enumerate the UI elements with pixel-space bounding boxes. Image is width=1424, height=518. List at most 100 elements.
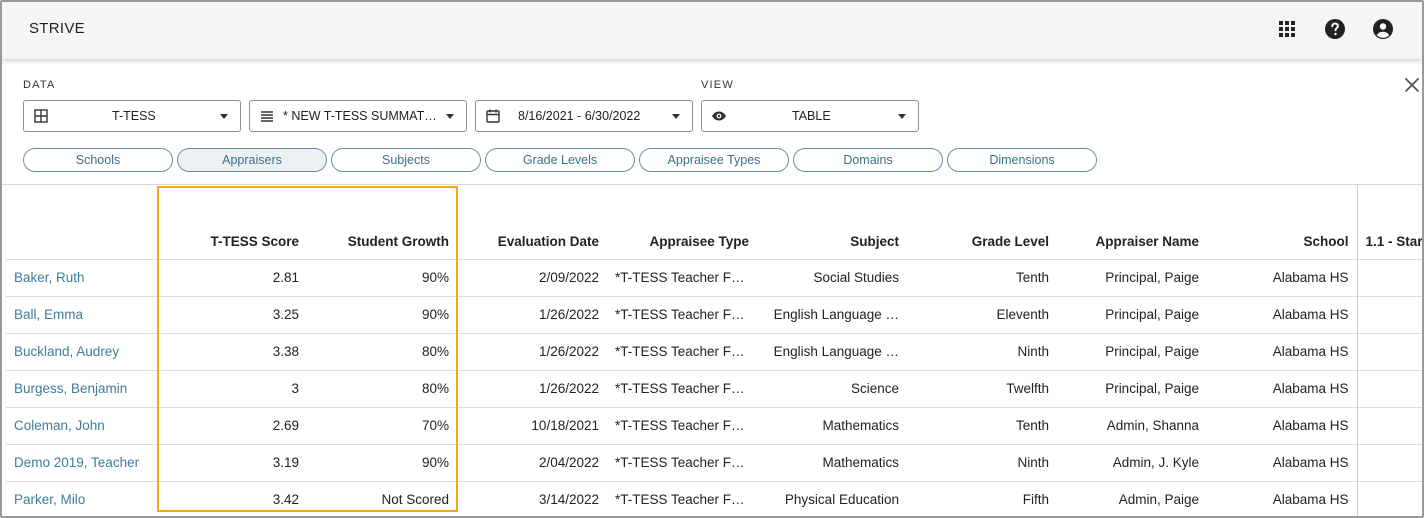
- results-table: T-TESS Score Student Growth Evaluation D…: [6, 185, 1422, 516]
- column-header-appraiser[interactable]: Appraiser Name: [1057, 185, 1207, 259]
- results-table-container[interactable]: T-TESS Score Student Growth Evaluation D…: [6, 185, 1422, 516]
- cell-school: Alabama HS: [1207, 369, 1358, 407]
- form-value: * NEW T-TESS SUMMAT…: [283, 109, 437, 123]
- cell-dimension: [1357, 369, 1422, 407]
- close-icon[interactable]: [1402, 75, 1422, 95]
- cell-type: *T-TESS Teacher Fu…: [607, 258, 757, 296]
- column-header-name[interactable]: [6, 185, 157, 259]
- table-row: Parker, Milo 3.42 Not Scored 3/14/2022 *…: [6, 480, 1422, 516]
- cell-score: 2.81: [157, 258, 307, 296]
- column-header-school[interactable]: School: [1207, 185, 1358, 259]
- list-icon: [259, 108, 275, 124]
- cell-type: *T-TESS Teacher Fu…: [607, 480, 757, 516]
- appraisee-link[interactable]: Ball, Emma: [14, 307, 83, 322]
- cell-subject: Science: [757, 369, 907, 407]
- date-range-value: 8/16/2021 - 6/30/2022: [518, 109, 641, 123]
- appraisee-link[interactable]: Buckland, Audrey: [14, 344, 119, 359]
- cell-dimension: [1357, 480, 1422, 516]
- cell-subject: Social Studies: [757, 258, 907, 296]
- cell-school: Alabama HS: [1207, 295, 1358, 333]
- cell-score: 3.42: [157, 480, 307, 516]
- form-select[interactable]: * NEW T-TESS SUMMAT…: [249, 100, 467, 132]
- help-icon[interactable]: [1323, 17, 1347, 41]
- column-header-type[interactable]: Appraisee Type: [607, 185, 757, 259]
- cell-appraiser: Admin, Shanna: [1057, 406, 1207, 444]
- column-header-date[interactable]: Evaluation Date: [457, 185, 607, 259]
- cell-date: 1/26/2022: [457, 369, 607, 407]
- data-source-select[interactable]: T-TESS: [23, 100, 241, 132]
- cell-appraiser: Admin, J. Kyle: [1057, 443, 1207, 481]
- cell-dimension: [1357, 258, 1422, 296]
- cell-score: 3.25: [157, 295, 307, 333]
- cell-growth: 90%: [307, 258, 457, 296]
- chip-subjects[interactable]: Subjects: [331, 148, 481, 172]
- cell-type: *T-TESS Teacher Fu…: [607, 406, 757, 444]
- view-select[interactable]: TABLE: [701, 100, 919, 132]
- table-header-row: T-TESS Score Student Growth Evaluation D…: [6, 185, 1422, 259]
- data-source-value: T-TESS: [112, 109, 156, 123]
- cell-growth: 80%: [307, 332, 457, 370]
- eye-icon: [711, 108, 727, 124]
- cell-appraiser: Principal, Paige: [1057, 369, 1207, 407]
- table-row: Baker, Ruth 2.81 90% 2/09/2022 *T-TESS T…: [6, 258, 1422, 296]
- cell-score: 3: [157, 369, 307, 407]
- cell-type: *T-TESS Teacher Fu…: [607, 369, 757, 407]
- cell-date: 1/26/2022: [457, 295, 607, 333]
- cell-subject: Physical Education: [757, 480, 907, 516]
- chevron-down-icon: [898, 114, 906, 119]
- cell-subject: English Language …: [757, 295, 907, 333]
- table-row: Burgess, Benjamin 3 80% 1/26/2022 *T-TES…: [6, 369, 1422, 407]
- view-section-label: VIEW: [701, 79, 734, 91]
- chevron-down-icon: [672, 114, 680, 119]
- cell-type: *T-TESS Teacher Fu…: [607, 443, 757, 481]
- chip-appraisers[interactable]: Appraisers: [177, 148, 327, 172]
- table-row: Ball, Emma 3.25 90% 1/26/2022 *T-TESS Te…: [6, 295, 1422, 333]
- cell-date: 3/14/2022: [457, 480, 607, 516]
- appraisee-link[interactable]: Demo 2019, Teacher: [14, 455, 139, 470]
- cell-dimension: [1357, 406, 1422, 444]
- app-header: STRIVE: [2, 2, 1422, 59]
- chip-appraisee-types[interactable]: Appraisee Types: [639, 148, 789, 172]
- cell-dimension: [1357, 443, 1422, 481]
- app-window: STRIVE DATA VIEW T-TESS * NEW T-TESS SUM…: [0, 0, 1424, 518]
- chip-domains[interactable]: Domains: [793, 148, 943, 172]
- cell-type: *T-TESS Teacher Fu…: [607, 295, 757, 333]
- cell-subject: Mathematics: [757, 406, 907, 444]
- cell-growth: 70%: [307, 406, 457, 444]
- column-header-dimension[interactable]: 1.1 - Star: [1357, 185, 1423, 259]
- column-header-subject[interactable]: Subject: [757, 185, 907, 259]
- apps-grid-icon[interactable]: [1275, 17, 1299, 41]
- cell-school: Alabama HS: [1207, 480, 1358, 516]
- appraisee-link[interactable]: Coleman, John: [14, 418, 105, 433]
- cell-school: Alabama HS: [1207, 332, 1358, 370]
- cell-growth: Not Scored: [307, 480, 457, 516]
- cell-appraiser: Principal, Paige: [1057, 332, 1207, 370]
- cell-growth: 90%: [307, 443, 457, 481]
- appraisee-link[interactable]: Parker, Milo: [14, 492, 85, 507]
- cell-grade: Tenth: [907, 258, 1057, 296]
- appraisee-link[interactable]: Burgess, Benjamin: [14, 381, 127, 396]
- chip-dimensions[interactable]: Dimensions: [947, 148, 1097, 172]
- cell-grade: Tenth: [907, 406, 1057, 444]
- account-icon[interactable]: [1371, 17, 1395, 41]
- column-header-growth[interactable]: Student Growth: [307, 185, 457, 259]
- cell-type: *T-TESS Teacher Fu…: [607, 332, 757, 370]
- column-header-score[interactable]: T-TESS Score: [157, 185, 307, 259]
- calendar-icon: [485, 108, 501, 124]
- cell-grade: Ninth: [907, 332, 1057, 370]
- cell-subject: Mathematics: [757, 443, 907, 481]
- cell-grade: Ninth: [907, 443, 1057, 481]
- appraisee-link[interactable]: Baker, Ruth: [14, 270, 85, 285]
- cell-score: 3.38: [157, 332, 307, 370]
- table-row: Buckland, Audrey 3.38 80% 1/26/2022 *T-T…: [6, 332, 1422, 370]
- cell-appraiser: Admin, Paige: [1057, 480, 1207, 516]
- cell-date: 1/26/2022: [457, 332, 607, 370]
- chevron-down-icon: [446, 114, 454, 119]
- chip-schools[interactable]: Schools: [23, 148, 173, 172]
- date-range-select[interactable]: 8/16/2021 - 6/30/2022: [475, 100, 693, 132]
- chip-grade-levels[interactable]: Grade Levels: [485, 148, 635, 172]
- cell-subject: English Language …: [757, 332, 907, 370]
- cell-grade: Twelfth: [907, 369, 1057, 407]
- column-header-grade[interactable]: Grade Level: [907, 185, 1057, 259]
- view-value: TABLE: [792, 109, 831, 123]
